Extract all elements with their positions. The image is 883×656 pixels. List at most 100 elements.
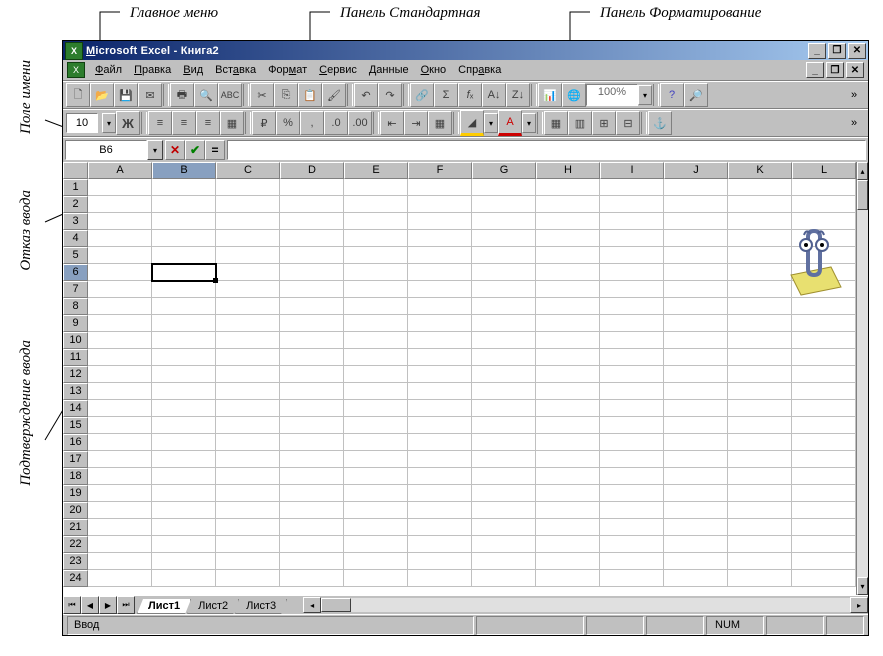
- row-header[interactable]: 10: [63, 332, 88, 349]
- cell[interactable]: [728, 332, 792, 349]
- cell[interactable]: [664, 468, 728, 485]
- cell[interactable]: [280, 196, 344, 213]
- cell[interactable]: [88, 553, 152, 570]
- row-header[interactable]: 6: [63, 264, 88, 281]
- cell[interactable]: [792, 349, 856, 366]
- cut-button[interactable]: ✂: [250, 83, 274, 107]
- cell[interactable]: [88, 196, 152, 213]
- cell[interactable]: [280, 553, 344, 570]
- cell[interactable]: [472, 400, 536, 417]
- cell[interactable]: [728, 383, 792, 400]
- cell[interactable]: [152, 349, 216, 366]
- cell[interactable]: [88, 349, 152, 366]
- row-header[interactable]: 12: [63, 366, 88, 383]
- cell[interactable]: [344, 230, 408, 247]
- title-bar[interactable]: X Microsoft Excel - Книга2 _ ❐ ✕: [63, 41, 868, 60]
- cell[interactable]: [88, 298, 152, 315]
- font-color-dropdown[interactable]: ▾: [522, 113, 536, 133]
- cell[interactable]: [344, 366, 408, 383]
- redo-button[interactable]: ↷: [378, 83, 402, 107]
- cell[interactable]: [472, 315, 536, 332]
- cell[interactable]: [408, 298, 472, 315]
- cell[interactable]: [152, 468, 216, 485]
- cell[interactable]: [536, 400, 600, 417]
- cell[interactable]: [216, 179, 280, 196]
- cell[interactable]: [600, 451, 664, 468]
- cell[interactable]: [408, 417, 472, 434]
- sort-asc-button[interactable]: A↓: [482, 83, 506, 107]
- cell[interactable]: [664, 553, 728, 570]
- open-button[interactable]: 📂: [90, 83, 114, 107]
- cell[interactable]: [344, 417, 408, 434]
- cell[interactable]: [216, 417, 280, 434]
- cell[interactable]: [728, 400, 792, 417]
- cell[interactable]: [152, 298, 216, 315]
- cell[interactable]: [792, 400, 856, 417]
- column-header[interactable]: L: [792, 162, 856, 179]
- cell[interactable]: [728, 230, 792, 247]
- cell[interactable]: [600, 519, 664, 536]
- cell[interactable]: [280, 417, 344, 434]
- cell[interactable]: [664, 264, 728, 281]
- increase-indent-button[interactable]: ⇥: [404, 111, 428, 135]
- cell[interactable]: [728, 417, 792, 434]
- row-header[interactable]: 11: [63, 349, 88, 366]
- hscroll-thumb[interactable]: [321, 598, 351, 612]
- align-center-button[interactable]: ≡: [172, 111, 196, 135]
- cell[interactable]: [472, 213, 536, 230]
- cell[interactable]: [280, 179, 344, 196]
- cell[interactable]: [728, 247, 792, 264]
- cell[interactable]: [536, 417, 600, 434]
- column-header[interactable]: F: [408, 162, 472, 179]
- cell[interactable]: [728, 451, 792, 468]
- cell[interactable]: [728, 553, 792, 570]
- formula-input[interactable]: [227, 140, 866, 160]
- horizontal-scrollbar[interactable]: ◂ ▸: [303, 597, 868, 613]
- cell[interactable]: [152, 519, 216, 536]
- new-button[interactable]: 🗋: [66, 83, 90, 107]
- cell[interactable]: [152, 332, 216, 349]
- cell[interactable]: [408, 264, 472, 281]
- fill-color-button[interactable]: ◢: [460, 110, 484, 136]
- cell[interactable]: [472, 179, 536, 196]
- cell[interactable]: [600, 383, 664, 400]
- menu-item[interactable]: Сервис: [313, 62, 363, 78]
- cell[interactable]: [152, 264, 216, 281]
- cell[interactable]: [344, 196, 408, 213]
- cell[interactable]: [792, 570, 856, 587]
- cell[interactable]: [664, 485, 728, 502]
- autosum-button[interactable]: Σ: [434, 83, 458, 107]
- cell[interactable]: [600, 179, 664, 196]
- function-wizard-button[interactable]: fₓ: [458, 83, 482, 107]
- font-size-dropdown[interactable]: ▾: [102, 113, 116, 133]
- cell[interactable]: [344, 434, 408, 451]
- cell[interactable]: [536, 349, 600, 366]
- cell[interactable]: [152, 536, 216, 553]
- cell-grid[interactable]: 123456789101112131415161718192021222324: [63, 179, 856, 595]
- cell[interactable]: [472, 298, 536, 315]
- row-header[interactable]: 23: [63, 553, 88, 570]
- cell[interactable]: [792, 179, 856, 196]
- cancel-entry-button[interactable]: ✕: [165, 140, 185, 160]
- cell[interactable]: [472, 519, 536, 536]
- cell[interactable]: [280, 502, 344, 519]
- cell[interactable]: [472, 366, 536, 383]
- cell[interactable]: [408, 400, 472, 417]
- cell[interactable]: [88, 536, 152, 553]
- sheet-tab[interactable]: Лист2: [187, 599, 239, 614]
- cell[interactable]: [664, 383, 728, 400]
- bold-button[interactable]: Ж: [116, 111, 140, 135]
- row-header[interactable]: 17: [63, 451, 88, 468]
- cell[interactable]: [664, 570, 728, 587]
- cell[interactable]: [664, 502, 728, 519]
- cell[interactable]: [664, 179, 728, 196]
- cell[interactable]: [344, 553, 408, 570]
- cell[interactable]: [664, 349, 728, 366]
- cell[interactable]: [472, 332, 536, 349]
- row-header[interactable]: 21: [63, 519, 88, 536]
- extra-button[interactable]: ⚓: [648, 111, 672, 135]
- cell[interactable]: [344, 315, 408, 332]
- cell[interactable]: [152, 315, 216, 332]
- cell[interactable]: [216, 502, 280, 519]
- cell[interactable]: [536, 179, 600, 196]
